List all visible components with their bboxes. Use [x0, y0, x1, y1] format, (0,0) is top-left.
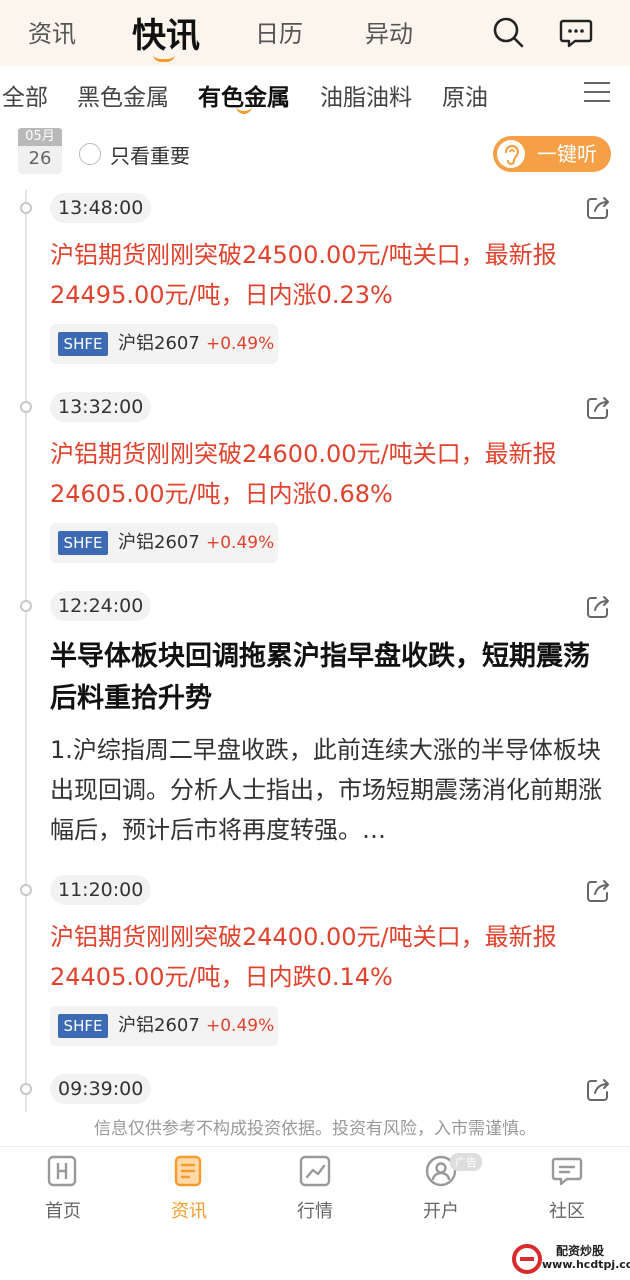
tab-news[interactable]: 资讯 — [28, 14, 76, 49]
news-text[interactable]: 沪铝期货刚刚突破24400.00元/吨关口，最新报24405.00元/吨，日内跌… — [50, 917, 616, 997]
ad-badge: 广告 — [450, 1153, 482, 1171]
stock-chip[interactable]: SHFE 沪铝2607 +0.49% — [50, 1006, 278, 1046]
news-time: 09:39:00 — [50, 1074, 152, 1104]
category-ferrous-metals[interactable]: 黑色金属 — [77, 78, 169, 112]
home-icon — [47, 1155, 77, 1187]
category-all[interactable]: 全部 — [2, 78, 48, 112]
menu-icon[interactable] — [583, 80, 611, 104]
nav-news-label: 资讯 — [171, 1201, 207, 1222]
category-crude-oil[interactable]: 原油 — [442, 78, 488, 112]
risk-disclaimer: 信息仅供参考不构成投资依据。投资有风险，入市需谨慎。 — [0, 1112, 630, 1146]
news-summary[interactable]: 1.沪综指周二早盘收跌，此前连续大涨的半导体板块出现回调。分析人士指出，市场短期… — [50, 730, 616, 850]
watermark-footer: 配资炒股 www.hcdtpj.com — [0, 1236, 630, 1280]
exchange-badge: SHFE — [58, 1014, 108, 1038]
search-icon[interactable] — [490, 14, 526, 50]
nav-home-label: 首页 — [45, 1201, 81, 1222]
stock-chip[interactable]: SHFE 沪铝2607 +0.49% — [50, 324, 278, 364]
timeline-dot — [20, 600, 32, 612]
category-bar: 全部 黑色金属 有色金属 油脂油料 原油 — [0, 66, 630, 120]
ear-icon — [497, 140, 525, 168]
nav-community[interactable]: 社区 — [504, 1147, 630, 1237]
important-only-label[interactable]: 只看重要 — [110, 140, 190, 169]
timeline-dot — [20, 1083, 32, 1095]
nav-market-label: 行情 — [297, 1201, 333, 1222]
active-tab-indicator — [153, 54, 175, 62]
date-badge: 05月 26 — [18, 128, 62, 174]
category-oils-oilseeds[interactable]: 油脂油料 — [320, 78, 412, 112]
news-text[interactable]: 沪铝期货刚刚突破24500.00元/吨关口，最新报24495.00元/吨，日内涨… — [50, 235, 616, 315]
watermark-logo-icon — [512, 1244, 542, 1274]
watermark-name: 配资炒股 — [556, 1244, 605, 1258]
news-text[interactable]: 沪铝期货刚刚突破24600.00元/吨关口，最新报24605.00元/吨，日内涨… — [50, 434, 616, 514]
contract-change: +0.49% — [206, 1016, 275, 1036]
nav-account[interactable]: 广告 开户 — [378, 1147, 504, 1237]
timeline-line — [25, 190, 27, 1120]
tab-flash[interactable]: 快讯 — [132, 8, 200, 57]
news-time: 13:48:00 — [50, 193, 152, 223]
date-day: 26 — [28, 148, 52, 169]
nav-market[interactable]: 行情 — [252, 1147, 378, 1237]
contract-name: 沪铝2607 — [118, 532, 200, 553]
chart-icon — [299, 1155, 331, 1187]
news-icon — [174, 1155, 202, 1187]
timeline-dot — [20, 884, 32, 896]
news-time: 12:24:00 — [50, 591, 152, 621]
share-icon[interactable] — [584, 194, 612, 222]
top-tab-bar: 资讯 快讯 日历 异动 — [0, 0, 630, 66]
message-icon[interactable] — [558, 14, 594, 50]
date-month: 05月 — [18, 128, 62, 146]
contract-change: +0.49% — [206, 533, 275, 553]
timeline-dot — [20, 202, 32, 214]
share-icon[interactable] — [584, 1076, 612, 1104]
important-only-radio[interactable] — [79, 143, 101, 165]
exchange-badge: SHFE — [58, 531, 108, 555]
contract-name: 沪铝2607 — [118, 1015, 200, 1036]
news-time: 11:20:00 — [50, 875, 152, 905]
community-icon — [551, 1157, 583, 1186]
active-category-indicator — [236, 106, 252, 114]
news-time: 13:32:00 — [50, 392, 152, 422]
contract-change: +0.49% — [206, 334, 275, 354]
share-icon[interactable] — [584, 394, 612, 422]
listen-all-label: 一键听 — [537, 142, 597, 166]
tab-movers[interactable]: 异动 — [365, 14, 413, 49]
share-icon[interactable] — [584, 593, 612, 621]
stock-chip[interactable]: SHFE 沪铝2607 +0.49% — [50, 523, 278, 563]
tab-calendar[interactable]: 日历 — [255, 14, 303, 49]
news-headline[interactable]: 半导体板块回调拖累沪指早盘收跌，短期震荡后料重拾升势 — [50, 636, 616, 720]
listen-all-button[interactable]: 一键听 — [493, 136, 611, 172]
nav-community-label: 社区 — [549, 1201, 585, 1222]
exchange-badge: SHFE — [58, 332, 108, 356]
contract-name: 沪铝2607 — [118, 333, 200, 354]
timeline-dot — [20, 401, 32, 413]
share-icon[interactable] — [584, 877, 612, 905]
bottom-nav: 首页 资讯 行情 广告 开户 社区 — [0, 1146, 630, 1236]
nav-account-label: 开户 — [423, 1201, 459, 1222]
nav-home[interactable]: 首页 — [0, 1147, 126, 1237]
nav-news[interactable]: 资讯 — [126, 1147, 252, 1237]
watermark-url: www.hcdtpj.com — [542, 1258, 630, 1271]
